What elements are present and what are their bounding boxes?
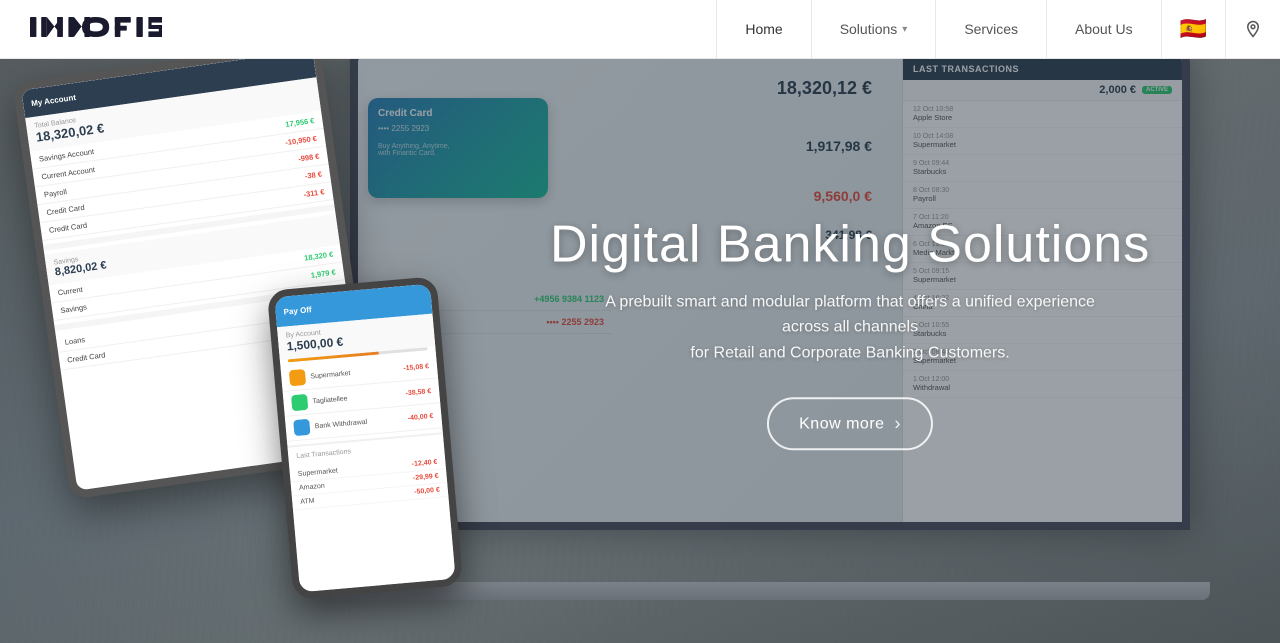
hero-content: Digital Banking Solutions A prebuilt sma… (550, 216, 1150, 451)
nav-services[interactable]: Services (935, 0, 1046, 58)
flag-icon: 🇪🇸 (1180, 16, 1207, 42)
hero-subtitle: A prebuilt smart and modular platform th… (590, 289, 1110, 366)
location-icon (1244, 20, 1262, 38)
phone-device: Pay Off By Account 1,500,00 € Supermarke… (267, 276, 463, 600)
hero-cta-arrow-icon: › (895, 414, 902, 435)
nav-home[interactable]: Home (716, 0, 810, 58)
nav-links: Home Solutions ▾ Services About Us 🇪🇸 (716, 0, 1280, 58)
navbar: Home Solutions ▾ Services About Us 🇪🇸 (0, 0, 1280, 59)
hero-title: Digital Banking Solutions (550, 216, 1150, 273)
language-selector[interactable]: 🇪🇸 (1161, 0, 1225, 58)
location-button[interactable] (1225, 0, 1280, 58)
hero-cta-button[interactable]: Know more › (767, 398, 933, 451)
nav-solutions[interactable]: Solutions ▾ (811, 0, 936, 58)
logo[interactable] (0, 13, 204, 46)
hero-cta-label: Know more (799, 415, 884, 433)
hero-section: My Account Total Balance 18,320,02 € Sav… (0, 0, 1280, 643)
phone-header-text: Pay Off (283, 305, 312, 316)
nav-about[interactable]: About Us (1046, 0, 1161, 58)
logo-svg (30, 13, 174, 41)
tablet-header-text: My Account (31, 92, 77, 107)
solutions-chevron-icon: ▾ (902, 24, 907, 35)
